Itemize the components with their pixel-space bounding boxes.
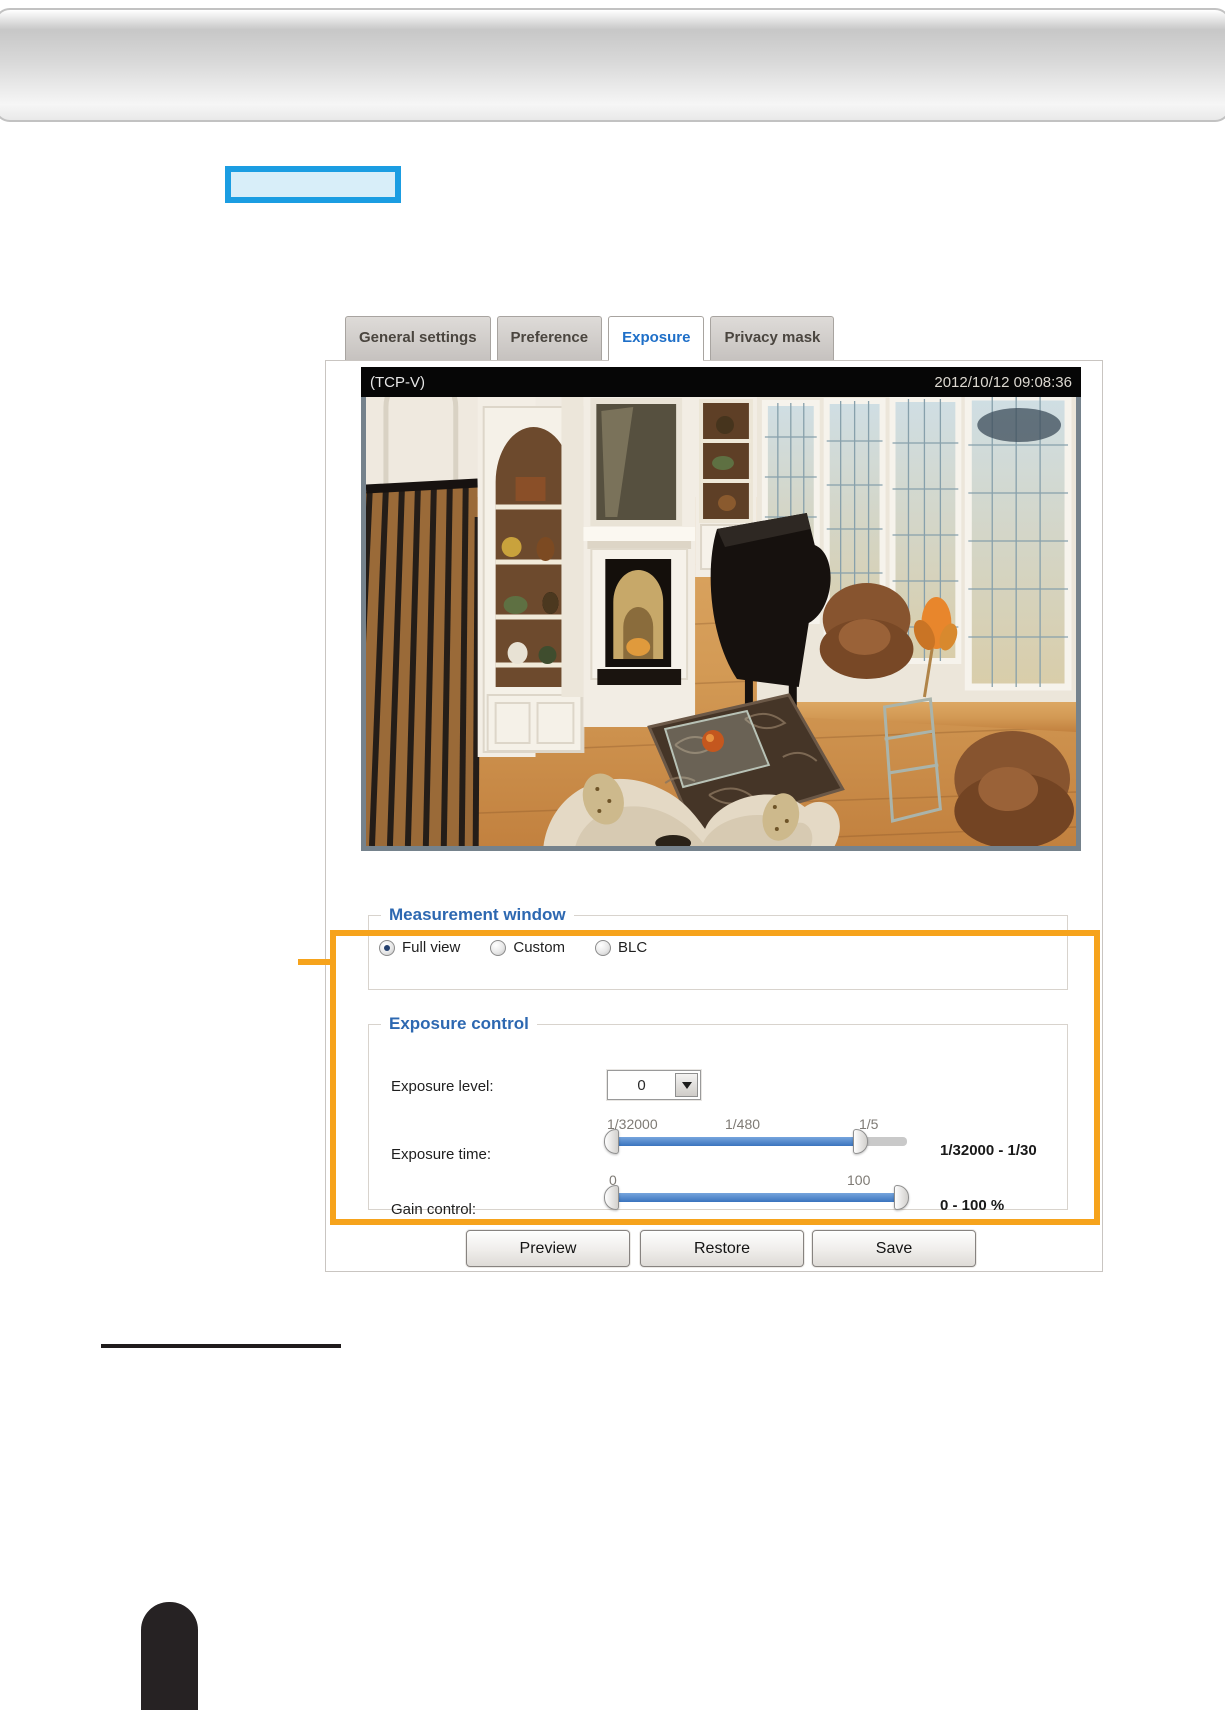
measurement-window-legend: Measurement window [389, 905, 566, 924]
video-frame [361, 397, 1081, 851]
gain-control-value: 0 - 100 % [940, 1197, 1005, 1214]
tab-preference[interactable]: Preference [496, 316, 603, 360]
exposure-level-label: Exposure level: [391, 1078, 494, 1095]
armchair-left [819, 583, 914, 679]
manual-page: General settings Preference Exposure Pri… [0, 0, 1225, 1710]
slider-track[interactable] [604, 1185, 909, 1210]
page-number-pill [141, 1602, 198, 1710]
slider-track[interactable] [604, 1129, 907, 1154]
exposure-level-select[interactable]: 0 [607, 1070, 701, 1100]
dropdown-button[interactable] [675, 1073, 698, 1097]
fireplace [561, 397, 696, 727]
radio-label: Full view [402, 939, 461, 956]
gain-control-slider: 0 100 [604, 1172, 919, 1210]
section-rule-line [101, 1344, 341, 1348]
radio-button-icon[interactable] [595, 939, 612, 956]
chevron-down-icon [681, 1081, 692, 1089]
slider-min-handle[interactable] [604, 1185, 619, 1210]
live-video-viewer: (TCP-V) 2012/10/12 09:08:36 [361, 367, 1081, 851]
exposure-level-value: 0 [637, 1076, 646, 1094]
measurement-window-group: Measurement window Full view Custom BLC [368, 905, 1068, 990]
settings-tab-bar: General settings Preference Exposure Pri… [345, 316, 835, 362]
exposure-time-scale: 1/32000 1/480 1/5 [607, 1116, 919, 1133]
exposure-time-slider: 1/32000 1/480 1/5 [604, 1116, 919, 1154]
restore-button[interactable]: Restore [640, 1230, 804, 1267]
measurement-window-options: Full view Custom BLC [379, 939, 1067, 956]
video-osd-bar: (TCP-V) 2012/10/12 09:08:36 [361, 367, 1081, 397]
cyan-highlight-box [225, 166, 401, 203]
radio-button-icon[interactable] [379, 939, 395, 956]
save-button[interactable]: Save [812, 1230, 976, 1267]
gain-control-scale: 0 100 [607, 1172, 919, 1189]
exposure-control-group: Exposure control Exposure level: 0 Expos… [368, 1014, 1068, 1218]
radio-button-icon[interactable] [490, 939, 507, 956]
gain-control-label: Gain control: [391, 1201, 477, 1218]
page-header-bar [0, 8, 1225, 122]
callout-leader-line [298, 959, 332, 965]
slider-min-handle[interactable] [604, 1129, 619, 1154]
radio-label: BLC [618, 939, 648, 956]
armchair-right [954, 731, 1074, 846]
tab-general-settings[interactable]: General settings [345, 316, 491, 360]
window-reflection [977, 408, 1062, 442]
preview-button[interactable]: Preview [466, 1230, 630, 1267]
exposure-control-legend: Exposure control [389, 1014, 529, 1033]
stair-railing [366, 397, 481, 846]
radio-full-view[interactable]: Full view [379, 939, 460, 956]
slider-fill [607, 1137, 865, 1146]
exposure-time-label: Exposure time: [391, 1146, 492, 1163]
exposure-time-value: 1/32000 - 1/30 [940, 1142, 1037, 1159]
scale-tick-label: 100 [847, 1172, 871, 1188]
radio-label: Custom [513, 939, 566, 956]
scale-tick-label: 1/480 [725, 1116, 761, 1132]
slider-fill [607, 1193, 907, 1202]
radio-blc[interactable]: BLC [595, 939, 647, 956]
living-room-scene [366, 397, 1076, 846]
radio-custom[interactable]: Custom [490, 939, 565, 956]
stream-label: (TCP-V) [370, 373, 425, 391]
tab-privacy-mask[interactable]: Privacy mask [710, 316, 835, 360]
video-timestamp: 2012/10/12 09:08:36 [934, 373, 1072, 391]
tab-exposure[interactable]: Exposure [608, 316, 705, 362]
